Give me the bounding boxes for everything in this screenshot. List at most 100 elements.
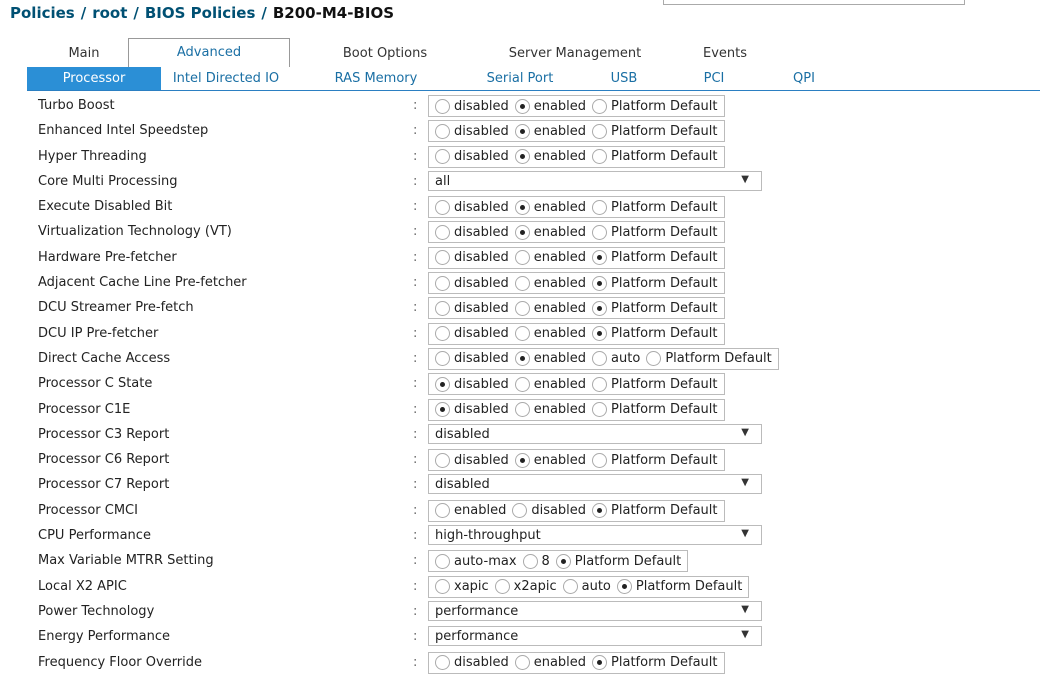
radio-option-platform-default[interactable]: Platform Default [592, 199, 718, 215]
search-input[interactable] [663, 0, 965, 5]
radio-button[interactable] [592, 351, 608, 367]
radio-button[interactable] [435, 149, 450, 165]
radio-option-enabled[interactable]: enabled [514, 250, 586, 266]
radio-option-x2apic[interactable]: x2apic [494, 579, 557, 595]
radio-option-enabled[interactable]: enabled [514, 224, 586, 240]
radio-option-disabled[interactable]: disabled [435, 199, 509, 215]
radio-button[interactable] [435, 224, 450, 240]
radio-option-platform-default[interactable]: Platform Default [592, 655, 718, 671]
radio-option-platform-default[interactable]: Platform Default [592, 300, 718, 316]
radio-option-disabled[interactable]: disabled [435, 655, 509, 671]
radio-option-enabled[interactable]: enabled [514, 149, 586, 165]
radio-option-platform-default[interactable]: Platform Default [592, 149, 718, 165]
radio-option-disabled[interactable]: disabled [435, 326, 509, 342]
radio-option-platform-default[interactable]: Platform Default [592, 326, 718, 342]
subtab-processor[interactable]: Processor [27, 67, 161, 90]
radio-button[interactable] [592, 326, 608, 342]
breadcrumb-item-bios-policies[interactable]: BIOS Policies [145, 4, 256, 22]
breadcrumb-item-root[interactable]: root [92, 4, 127, 22]
radio-button[interactable] [514, 275, 530, 291]
radio-option-platform-default[interactable]: Platform Default [592, 402, 718, 418]
radio-option-platform-default[interactable]: Platform Default [592, 98, 718, 114]
radio-button[interactable] [592, 300, 608, 316]
radio-option-xapic[interactable]: xapic [435, 579, 489, 595]
radio-button[interactable] [514, 199, 530, 215]
energy-performance-dropdown[interactable]: performance ▼ [428, 626, 762, 647]
radio-button[interactable] [494, 579, 510, 595]
tab-server-management[interactable]: Server Management [480, 42, 670, 66]
radio-button[interactable] [514, 376, 530, 392]
chevron-down-icon[interactable]: ▼ [741, 629, 749, 640]
radio-button[interactable] [514, 655, 530, 671]
radio-option-disabled[interactable]: disabled [435, 149, 509, 165]
radio-button[interactable] [435, 275, 450, 291]
subtab-ras-memory[interactable]: RAS Memory [291, 67, 461, 90]
radio-option-enabled[interactable]: enabled [435, 503, 506, 519]
subtab-qpi[interactable]: QPI [759, 67, 849, 90]
radio-button[interactable] [592, 402, 608, 418]
cpu-performance-dropdown[interactable]: high-throughput ▼ [428, 525, 762, 546]
radio-button[interactable] [616, 579, 632, 595]
radio-button[interactable] [592, 275, 608, 291]
radio-button[interactable] [514, 326, 530, 342]
subtab-intel-directed-io[interactable]: Intel Directed IO [161, 67, 291, 90]
radio-button[interactable] [514, 452, 530, 468]
radio-button[interactable] [592, 250, 608, 266]
radio-button[interactable] [592, 376, 608, 392]
radio-button[interactable] [555, 553, 571, 569]
radio-option-8[interactable]: 8 [522, 553, 550, 569]
radio-button[interactable] [435, 402, 450, 418]
radio-button[interactable] [435, 199, 450, 215]
radio-option-platform-default[interactable]: Platform Default [592, 452, 718, 468]
radio-button[interactable] [514, 224, 530, 240]
radio-button[interactable] [592, 98, 608, 114]
chevron-down-icon[interactable]: ▼ [741, 604, 749, 615]
radio-button[interactable] [562, 579, 578, 595]
radio-option-auto-max[interactable]: auto-max [435, 553, 517, 569]
processor-c7-report-dropdown[interactable]: disabled ▼ [428, 474, 762, 495]
radio-button[interactable] [514, 123, 530, 139]
chevron-down-icon[interactable]: ▼ [741, 174, 749, 185]
radio-button[interactable] [522, 553, 538, 569]
radio-option-enabled[interactable]: enabled [514, 452, 586, 468]
radio-button[interactable] [514, 402, 530, 418]
radio-button[interactable] [435, 503, 450, 519]
radio-button[interactable] [435, 250, 450, 266]
radio-option-disabled[interactable]: disabled [435, 376, 509, 392]
tab-main[interactable]: Main [40, 42, 128, 66]
radio-button[interactable] [512, 503, 528, 519]
radio-button[interactable] [592, 149, 608, 165]
radio-button[interactable] [435, 123, 450, 139]
radio-button[interactable] [435, 98, 450, 114]
radio-button[interactable] [592, 123, 608, 139]
radio-button[interactable] [514, 98, 530, 114]
radio-option-disabled[interactable]: disabled [512, 503, 586, 519]
radio-option-enabled[interactable]: enabled [514, 351, 586, 367]
radio-option-platform-default[interactable]: Platform Default [555, 553, 681, 569]
core-multi-processing-dropdown[interactable]: all ▼ [428, 170, 762, 191]
radio-option-enabled[interactable]: enabled [514, 275, 586, 291]
breadcrumb-item-policies[interactable]: Policies [10, 4, 75, 22]
radio-button[interactable] [592, 224, 608, 240]
radio-button[interactable] [646, 351, 662, 367]
radio-option-enabled[interactable]: enabled [514, 123, 586, 139]
radio-option-disabled[interactable]: disabled [435, 300, 509, 316]
radio-option-enabled[interactable]: enabled [514, 98, 586, 114]
tab-events[interactable]: Events [670, 42, 780, 66]
radio-option-enabled[interactable]: enabled [514, 655, 586, 671]
radio-button[interactable] [435, 452, 450, 468]
tab-advanced[interactable]: Advanced [128, 38, 290, 67]
radio-button[interactable] [592, 655, 608, 671]
radio-option-enabled[interactable]: enabled [514, 326, 586, 342]
radio-option-platform-default[interactable]: Platform Default [592, 224, 718, 240]
radio-option-platform-default[interactable]: Platform Default [592, 275, 718, 291]
radio-button[interactable] [435, 579, 450, 595]
radio-option-disabled[interactable]: disabled [435, 250, 509, 266]
radio-button[interactable] [435, 655, 450, 671]
radio-button[interactable] [514, 351, 530, 367]
processor-c3-report-dropdown[interactable]: disabled ▼ [428, 423, 762, 444]
radio-option-enabled[interactable]: enabled [514, 402, 586, 418]
radio-button[interactable] [435, 376, 450, 392]
radio-option-auto[interactable]: auto [592, 351, 640, 367]
radio-option-disabled[interactable]: disabled [435, 224, 509, 240]
